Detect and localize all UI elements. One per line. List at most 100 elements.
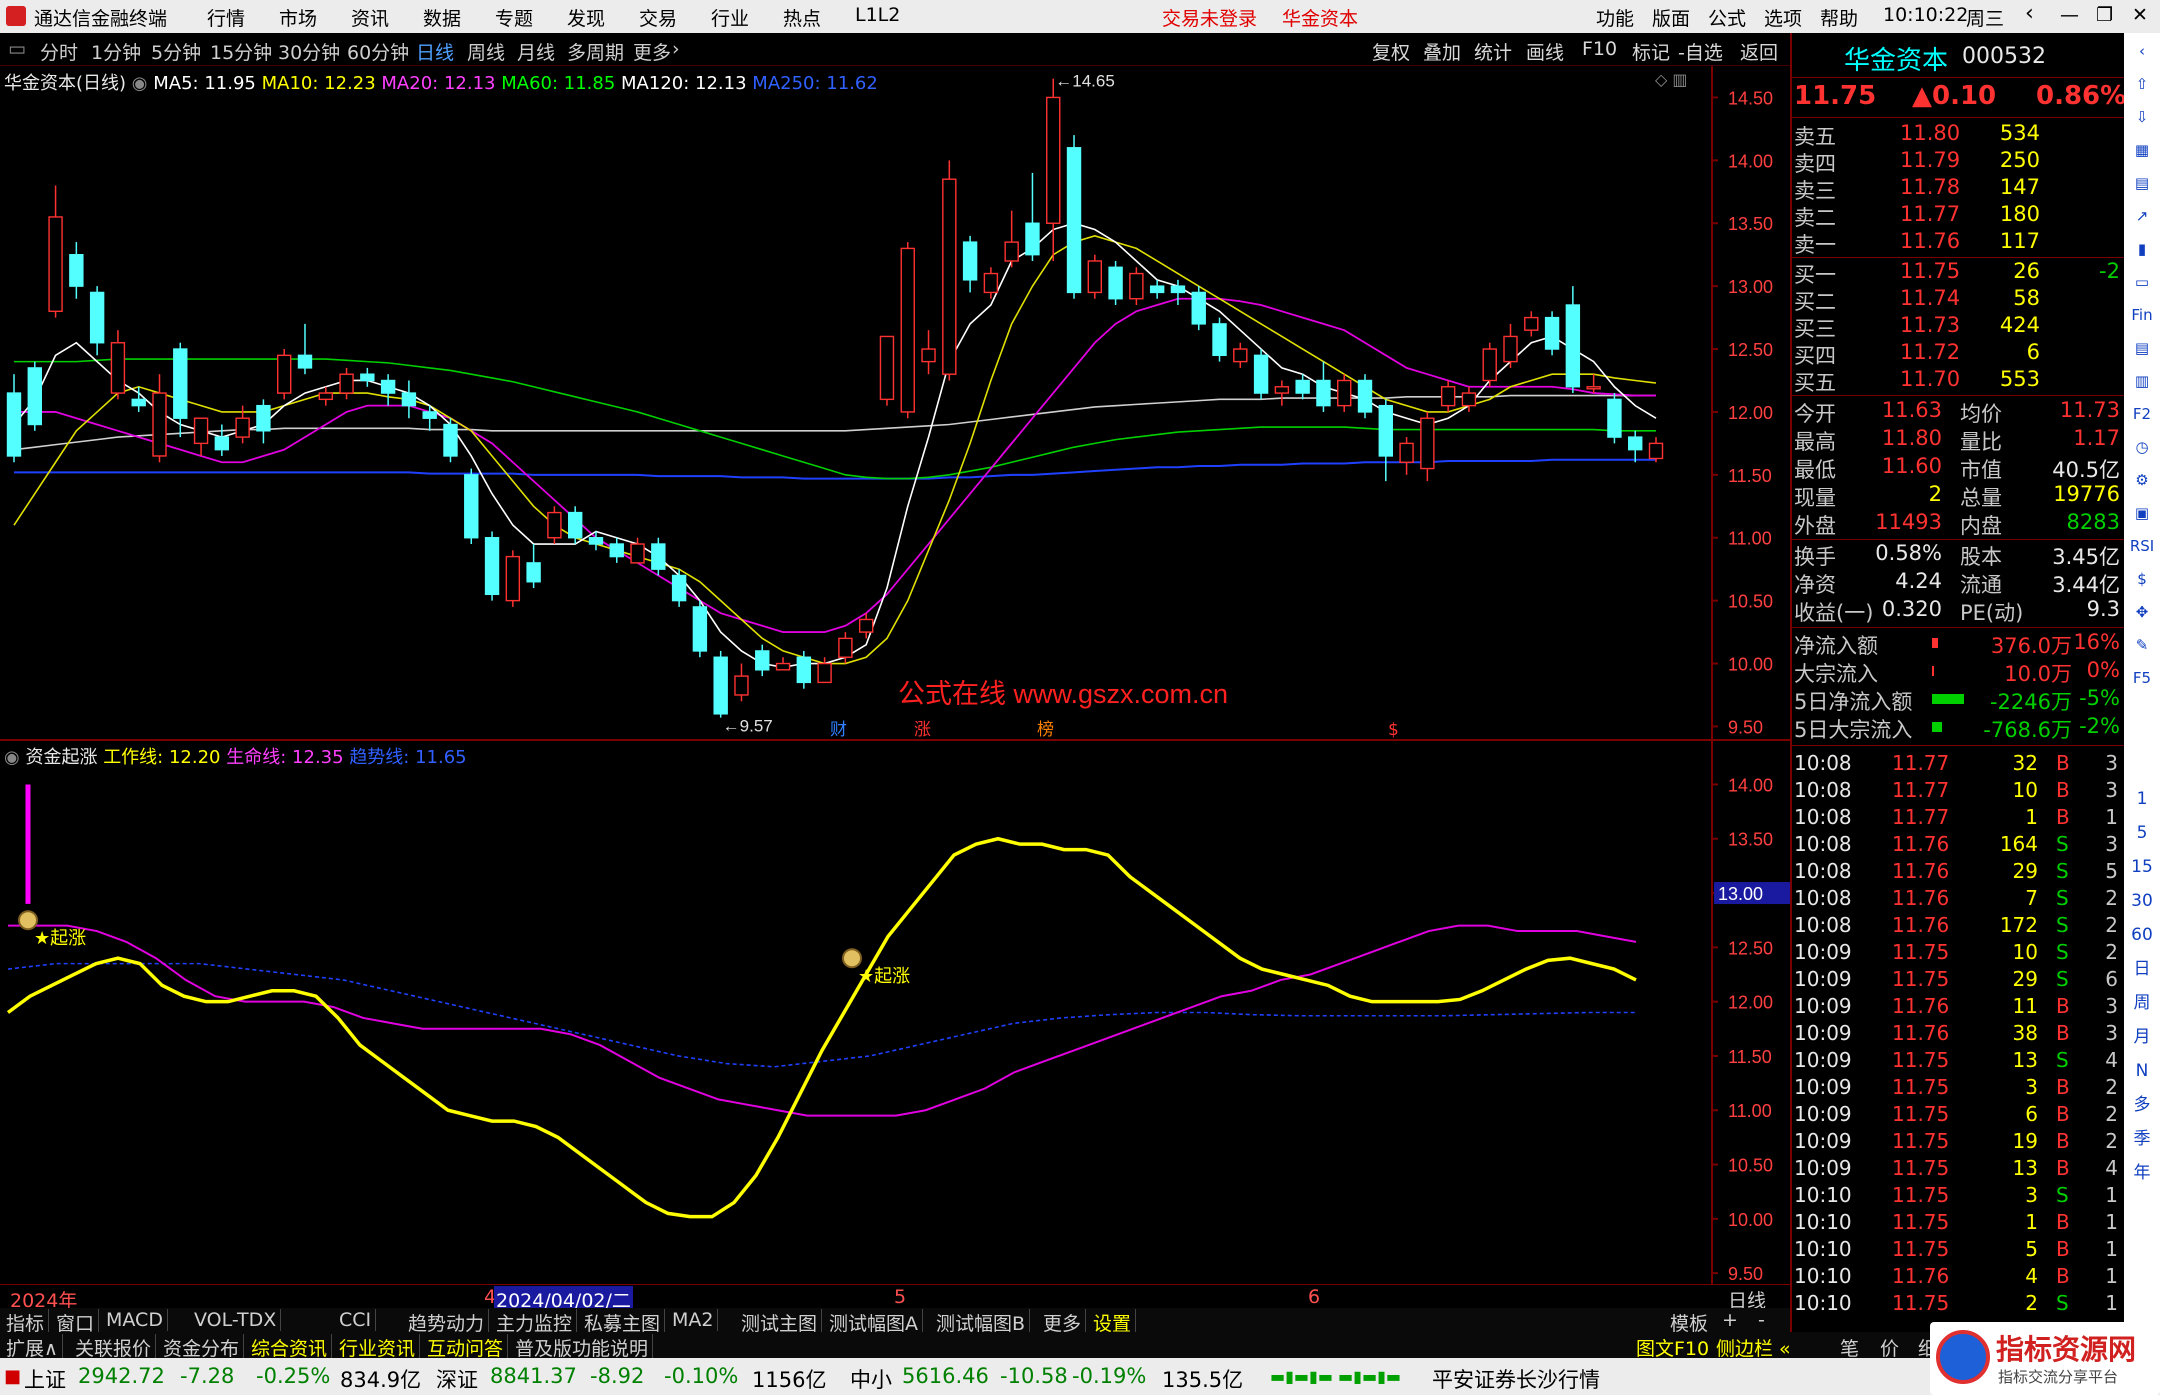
tool-button[interactable]: F10 — [1582, 38, 1617, 60]
back-icon[interactable]: ‹ — [2025, 1, 2034, 26]
tool-button[interactable]: 返回 — [1740, 38, 1778, 65]
period-shortcut[interactable]: 日 — [2128, 955, 2156, 983]
menu-item[interactable]: 行业 — [711, 4, 749, 31]
tool-icon[interactable]: ↗ — [2128, 202, 2156, 230]
period-shortcut[interactable]: 1 — [2128, 785, 2156, 813]
tool-icon[interactable]: ✎ — [2128, 631, 2156, 659]
tool-icon[interactable]: Fin — [2128, 301, 2156, 329]
indicator-chart[interactable]: 14.00 13.50 13.00 12.50 12.00 11.50 11.00 10.50… — [0, 741, 1790, 1284]
tool-icon[interactable]: ▤ — [2128, 334, 2156, 362]
period-tab[interactable]: 30分钟 — [278, 38, 340, 65]
side-tab[interactable]: 价 — [1880, 1334, 1899, 1361]
period-shortcut[interactable]: N — [2128, 1057, 2156, 1085]
period-tab[interactable]: 1分钟 — [91, 38, 141, 65]
tab-tool[interactable]: - — [1758, 1309, 1765, 1331]
close-icon[interactable]: ✕ — [2132, 4, 2148, 26]
menu-item[interactable]: 帮助 — [1820, 4, 1858, 31]
indicator-tab[interactable]: VOL-TDX — [190, 1309, 282, 1331]
candlestick-chart[interactable]: 14.50 14.00 13.50 13.00 12.50 12.00 11.50 11.00… — [0, 66, 1790, 739]
index-label[interactable]: 上证 — [24, 1364, 66, 1394]
chevron-right-icon[interactable]: › — [672, 38, 680, 60]
period-tab[interactable]: 分时 — [40, 38, 78, 65]
info-tab[interactable]: 关联报价 — [71, 1334, 157, 1361]
tab-tool[interactable]: + — [1722, 1309, 1738, 1331]
chart-layout-icon[interactable]: ◇ ▥ — [1655, 70, 1688, 89]
tool-button[interactable]: -自选 — [1678, 38, 1723, 65]
menu-item[interactable]: 数据 — [423, 4, 461, 31]
tool-icon[interactable]: ⚙ — [2128, 466, 2156, 494]
period-tab[interactable]: 15分钟 — [210, 38, 272, 65]
indicator-tab[interactable]: MACD — [102, 1309, 168, 1331]
tool-icon[interactable]: ⇩ — [2128, 103, 2156, 131]
info-tab[interactable]: 行业资讯 — [335, 1334, 421, 1361]
menu-item[interactable]: 资讯 — [351, 4, 389, 31]
period-tab[interactable]: 周线 — [467, 38, 505, 65]
period-shortcut[interactable]: 月 — [2128, 1023, 2156, 1051]
minimize-icon[interactable]: — — [2060, 4, 2079, 26]
index-label[interactable]: 深证 — [436, 1364, 478, 1394]
tool-icon[interactable]: RSI — [2128, 532, 2156, 560]
side-tab[interactable]: 笔 — [1840, 1334, 1859, 1361]
period-tab-active[interactable]: 日线 — [416, 38, 454, 65]
menu-item[interactable]: 市场 — [279, 4, 317, 31]
menu-item[interactable]: 交易 — [639, 4, 677, 31]
tool-button[interactable]: 复权 — [1372, 38, 1410, 65]
info-tab[interactable]: 互动问答 — [423, 1334, 509, 1361]
menu-item[interactable]: L1L2 — [855, 4, 900, 26]
period-shortcut[interactable]: 周 — [2128, 989, 2156, 1017]
indicator-tab[interactable]: CCI — [335, 1309, 377, 1331]
menu-item[interactable]: 专题 — [495, 4, 533, 31]
legend-toggle-icon[interactable]: ◉ — [132, 73, 148, 94]
tool-icon[interactable]: ▮ — [2128, 235, 2156, 263]
period-tab[interactable]: 5分钟 — [151, 38, 201, 65]
period-shortcut[interactable]: 60 — [2128, 921, 2156, 949]
index-label[interactable]: 中小 — [850, 1364, 892, 1394]
tool-icon[interactable]: F5 — [2128, 664, 2156, 692]
menu-item[interactable]: 选项 — [1764, 4, 1802, 31]
period-tab[interactable]: 多周期 — [567, 38, 624, 65]
period-shortcut[interactable]: 15 — [2128, 853, 2156, 881]
indicator-tab[interactable]: MA2 — [668, 1309, 719, 1331]
menu-item[interactable]: 行情 — [207, 4, 245, 31]
info-tab[interactable]: 扩展∧ — [2, 1334, 63, 1361]
menu-item[interactable]: 功能 — [1596, 4, 1634, 31]
period-shortcut[interactable]: 30 — [2128, 887, 2156, 915]
tick-row: 10:10 11.75 1 B 1 — [1792, 1210, 2126, 1237]
tool-icon[interactable]: ✥ — [2128, 598, 2156, 626]
info-tab[interactable]: 普及版功能说明 — [511, 1334, 654, 1361]
tool-icon[interactable]: $ — [2128, 565, 2156, 593]
legend-toggle-icon[interactable]: ◉ — [4, 747, 20, 768]
tool-icon[interactable]: ▤ — [2128, 169, 2156, 197]
side-tab[interactable]: 侧边栏 « — [1716, 1334, 1791, 1361]
tool-icon[interactable]: ◷ — [2128, 433, 2156, 461]
tool-icon[interactable]: ▭ — [2128, 268, 2156, 296]
menu-item[interactable]: 发现 — [567, 4, 605, 31]
tool-button[interactable]: 叠加 — [1423, 38, 1461, 65]
period-shortcut[interactable]: 季 — [2128, 1125, 2156, 1153]
tool-icon[interactable]: ▣ — [2128, 499, 2156, 527]
tool-button[interactable]: 标记 — [1632, 38, 1670, 65]
login-status[interactable]: 交易未登录 — [1162, 4, 1257, 31]
period-shortcut[interactable]: 5 — [2128, 819, 2156, 847]
broker-name[interactable]: 华金资本 — [1282, 4, 1358, 31]
period-shortcut[interactable]: 年 — [2128, 1159, 2156, 1187]
tool-button[interactable]: 画线 — [1526, 38, 1564, 65]
more-periods-button[interactable]: 更多 — [633, 38, 671, 65]
menu-item[interactable]: 公式 — [1708, 4, 1746, 31]
tool-icon[interactable]: ‹ — [2128, 37, 2156, 65]
menu-item[interactable]: 版面 — [1652, 4, 1690, 31]
info-tab[interactable]: 综合资讯 — [247, 1334, 333, 1361]
period-tab[interactable]: 60分钟 — [347, 38, 409, 65]
collapse-icon[interactable]: ▭ — [8, 38, 26, 60]
restore-icon[interactable]: ❐ — [2096, 4, 2113, 26]
period-shortcut[interactable]: 多 — [2128, 1091, 2156, 1119]
tool-icon[interactable]: ▦ — [2128, 136, 2156, 164]
info-tab[interactable]: 资金分布 — [159, 1334, 245, 1361]
tool-icon[interactable]: ⇧ — [2128, 70, 2156, 98]
menu-item[interactable]: 热点 — [783, 4, 821, 31]
tool-icon[interactable]: ▥ — [2128, 367, 2156, 395]
side-tab[interactable]: 图文F10 — [1636, 1334, 1709, 1361]
tool-icon[interactable]: F2 — [2128, 400, 2156, 428]
period-tab[interactable]: 月线 — [517, 38, 555, 65]
tool-button[interactable]: 统计 — [1474, 38, 1512, 65]
